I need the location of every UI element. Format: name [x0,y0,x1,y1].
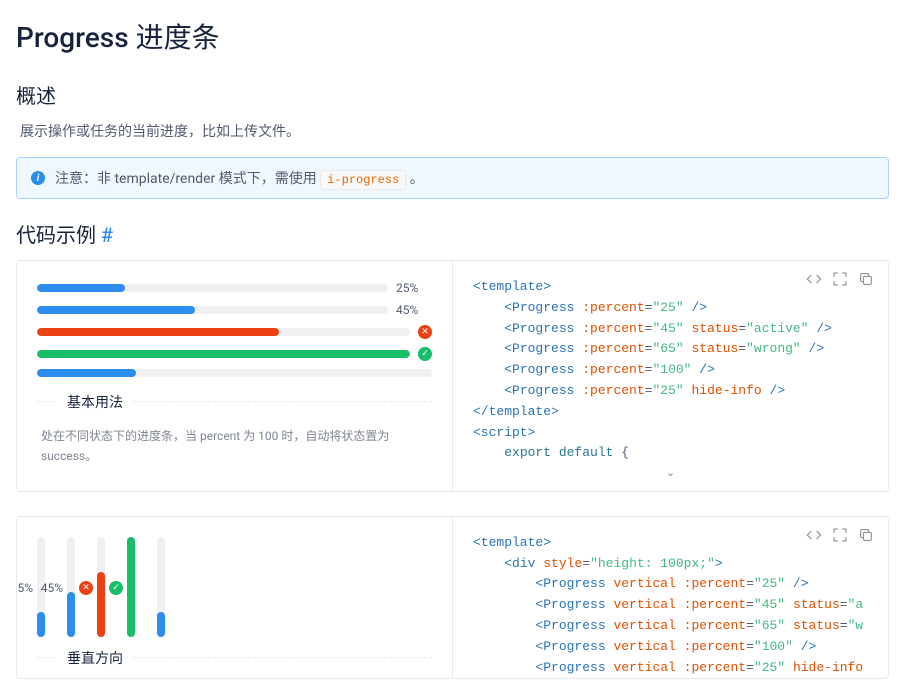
code-icon[interactable] [806,527,822,543]
progress-bar: ✓ [37,347,432,361]
notice-alert: i 注意：非 template/render 模式下，需使用 i-progres… [16,157,889,199]
check-circle-icon: ✓ [109,581,123,595]
code-block: <template> <div style="height: 100px;"> … [473,533,868,679]
notice-code: i-progress [320,170,406,190]
example-demo: 25%45%✕✓ 垂直方向 [17,517,453,679]
notice-text: 注意：非 template/render 模式下，需使用 i-progress … [55,168,424,188]
notice-text-a: 注意：非 template/render 模式下，需使用 [55,171,317,187]
example-code: <template> <div style="height: 100px;"> … [453,517,888,679]
example-title: 基本用法 [57,392,133,412]
copy-icon[interactable] [858,271,874,287]
overview-text: 展示操作或任务的当前进度，比如上传文件。 [20,121,889,141]
progress-label: 25% [396,281,432,295]
notice-text-b: 。 [410,171,424,187]
code-icon[interactable] [806,271,822,287]
chevron-down-icon[interactable]: ⌄ [473,464,868,490]
progress-label: 45% [396,303,432,317]
progress-label: 25% [16,581,33,595]
progress-bar [37,369,432,377]
progress-bar: 25% [37,281,432,295]
progress-bar: 45% [37,303,432,317]
close-circle-icon: ✕ [79,581,93,595]
progress-bar-vertical: ✓ [127,537,135,637]
page-title: Progress 进度条 [16,16,889,56]
anchor-link[interactable]: # [101,223,113,247]
example-code: <template> <Progress :percent="25" /> <P… [453,261,888,491]
example-vertical: 25%45%✕✓ 垂直方向 <template> <div style="hei… [16,516,889,680]
close-circle-icon: ✕ [418,325,432,339]
progress-label: 45% [41,581,63,595]
progress-list: 25% 45% ✕ ✓ [37,281,432,377]
example-desc: 处在不同状态下的进度条，当 percent 为 100 时，自动将状态置为 su… [37,412,432,471]
info-icon: i [31,171,45,185]
progress-bar-vertical: 45% [67,537,75,637]
code-block: <template> <Progress :percent="25" /> <P… [473,277,868,464]
overview-heading: 概述 [16,80,889,109]
example-basic: 25% 45% ✕ ✓ 基本用法 处在不同状态下的进度条，当 percent 为 10… [16,260,889,492]
demo-meta: 基本用法 处在不同状态下的进度条，当 percent 为 100 时，自动将状态… [37,401,432,471]
examples-heading-text: 代码示例 [16,223,96,247]
progress-bar-vertical: ✕ [97,537,105,637]
progress-bar-vertical [157,537,165,637]
demo-meta: 垂直方向 [37,657,432,668]
progress-bar: ✕ [37,325,432,339]
vertical-progress-list: 25%45%✕✓ [37,537,432,637]
examples-heading: 代码示例 # [16,219,889,248]
example-demo: 25% 45% ✕ ✓ 基本用法 处在不同状态下的进度条，当 percent 为 10… [17,261,453,491]
expand-icon[interactable] [832,271,848,287]
check-circle-icon: ✓ [418,347,432,361]
expand-icon[interactable] [832,527,848,543]
copy-icon[interactable] [858,527,874,543]
example-title: 垂直方向 [57,648,133,668]
